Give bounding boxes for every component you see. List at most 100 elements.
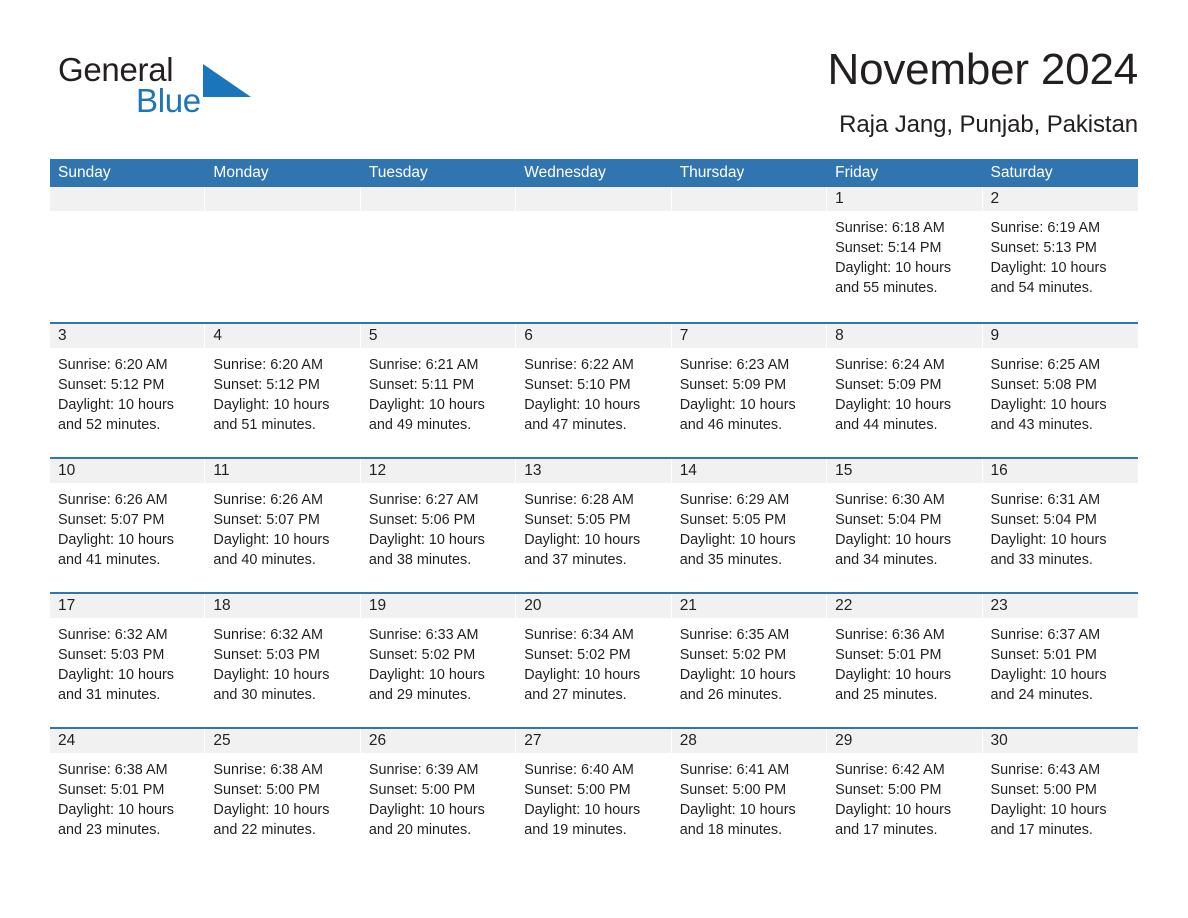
day-cell-29[interactable]: 29 Sunrise: 6:42 AM Sunset: 5:00 PM Dayligh… [827,729,983,862]
day-number-band: 29 [827,729,983,753]
sunrise-text: Sunrise: 6:18 AM [835,220,945,236]
page-header: General Blue November 2024 Raja Jang, Pu… [50,44,1138,152]
day-details: Sunrise: 6:27 AM Sunset: 5:06 PM Daylight:… [361,483,516,570]
day-cell-24[interactable]: 24 Sunrise: 6:38 AM Sunset: 5:01 PM Dayligh… [50,729,206,862]
daylight-text-line2: and 26 minutes. [679,687,783,703]
day-details: Sunrise: 6:42 AM Sunset: 5:00 PM Daylight:… [827,753,982,840]
day-cell-21[interactable]: 21 Sunrise: 6:35 AM Sunset: 5:02 PM Dayligh… [671,594,828,727]
calendar-page: General Blue November 2024 Raja Jang, Pu… [0,0,1188,918]
day-number-band [671,187,828,211]
day-cell-15[interactable]: 15 Sunrise: 6:30 AM Sunset: 5:04 PM Dayligh… [827,459,983,592]
sunrise-text: Sunrise: 6:36 AM [835,627,945,643]
day-cell-7[interactable]: 7 Sunrise: 6:23 AM Sunset: 5:09 PM Daylight… [671,324,828,457]
day-cell-8[interactable]: 8 Sunrise: 6:24 AM Sunset: 5:09 PM Daylight… [827,324,983,457]
day-cell-18[interactable]: 18 Sunrise: 6:32 AM Sunset: 5:03 PM Dayligh… [205,594,361,727]
daylight-text-line1: Daylight: 10 hours [524,802,641,818]
day-cell-12[interactable]: 12 Sunrise: 6:27 AM Sunset: 5:06 PM Dayligh… [360,459,517,592]
sunrise-text: Sunrise: 6:37 AM [990,627,1101,643]
day-number: 5 [368,327,378,344]
daylight-text-line2: and 52 minutes. [58,417,161,433]
day-number-band: 22 [827,594,983,618]
daylight-text-line2: and 51 minutes. [213,417,316,433]
sunrise-text: Sunrise: 6:19 AM [990,220,1101,236]
day-cell-1[interactable]: 1 Sunrise: 6:18 AM Sunset: 5:14 PM Daylight… [827,187,983,322]
day-number: 12 [368,462,387,479]
daylight-text-line1: Daylight: 10 hours [213,397,330,413]
day-cell-28[interactable]: 28 Sunrise: 6:41 AM Sunset: 5:00 PM Dayligh… [671,729,828,862]
day-cell-9[interactable]: 9 Sunrise: 6:25 AM Sunset: 5:08 PM Daylight… [982,324,1138,457]
day-cell-19[interactable]: 19 Sunrise: 6:33 AM Sunset: 5:02 PM Dayligh… [360,594,517,727]
calendar-grid: Sunday Monday Tuesday Wednesday Thursday Frid… [50,159,1138,862]
generalblue-logo[interactable]: General Blue [58,52,318,122]
day-number: 23 [990,597,1008,614]
daylight-text-line2: and 33 minutes. [990,552,1093,568]
daylight-text-line1: Daylight: 10 hours [835,667,952,683]
daylight-text-line1: Daylight: 10 hours [524,532,641,548]
logo-text-blue: Blue [136,82,201,119]
day-cell-23[interactable]: 23 Sunrise: 6:37 AM Sunset: 5:01 PM Dayligh… [982,594,1138,727]
day-number: 24 [58,732,76,749]
day-cell-10[interactable]: 10 Sunrise: 6:26 AM Sunset: 5:07 PM Dayligh… [50,459,206,592]
day-cell-16[interactable]: 16 Sunrise: 6:31 AM Sunset: 5:04 PM Dayligh… [982,459,1138,592]
day-cell-3[interactable]: 3 Sunrise: 6:20 AM Sunset: 5:12 PM Daylight… [50,324,206,457]
day-cell-27[interactable]: 27 Sunrise: 6:40 AM Sunset: 5:00 PM Dayligh… [516,729,672,862]
day-number-band: 10 [50,459,206,483]
weekday-header-row: Sunday Monday Tuesday Wednesday Thursday Frid… [50,159,1138,187]
day-cell-22[interactable]: 22 Sunrise: 6:36 AM Sunset: 5:01 PM Dayligh… [827,594,983,727]
day-cell-6[interactable]: 6 Sunrise: 6:22 AM Sunset: 5:10 PM Daylight… [516,324,672,457]
day-number-band: 30 [982,729,1138,753]
day-number-band: 24 [50,729,206,753]
day-cell-2[interactable]: 2 Sunrise: 6:19 AM Sunset: 5:13 PM Daylight… [982,187,1138,322]
day-details: Sunrise: 6:20 AM Sunset: 5:12 PM Daylight:… [205,348,360,435]
sunset-text: Sunset: 5:05 PM [524,512,631,528]
day-number: 2 [990,190,1000,207]
sunset-text: Sunset: 5:12 PM [213,377,320,393]
daylight-text-line2: and 44 minutes. [835,417,938,433]
daylight-text-line2: and 23 minutes. [58,822,161,838]
day-cell-30[interactable]: 30 Sunrise: 6:43 AM Sunset: 5:00 PM Dayligh… [982,729,1138,862]
day-details: Sunrise: 6:32 AM Sunset: 5:03 PM Daylight:… [50,618,205,705]
sunset-text: Sunset: 5:12 PM [58,377,165,393]
day-cell-4[interactable]: 4 Sunrise: 6:20 AM Sunset: 5:12 PM Daylight… [205,324,361,457]
day-cell-20[interactable]: 20 Sunrise: 6:34 AM Sunset: 5:02 PM Dayligh… [516,594,672,727]
day-details: Sunrise: 6:32 AM Sunset: 5:03 PM Daylight:… [205,618,360,705]
day-cell-25[interactable]: 25 Sunrise: 6:38 AM Sunset: 5:00 PM Dayligh… [205,729,361,862]
day-details: Sunrise: 6:23 AM Sunset: 5:09 PM Daylight:… [672,348,827,435]
day-details: Sunrise: 6:38 AM Sunset: 5:01 PM Daylight:… [50,753,205,840]
day-number-band: 3 [50,324,206,348]
day-cell-17[interactable]: 17 Sunrise: 6:32 AM Sunset: 5:03 PM Dayligh… [50,594,206,727]
sunrise-text: Sunrise: 6:25 AM [990,357,1101,373]
daylight-text-line1: Daylight: 10 hours [990,532,1107,548]
day-details [361,211,516,218]
daylight-text-line1: Daylight: 10 hours [679,532,796,548]
calendar-week-row: 24 Sunrise: 6:38 AM Sunset: 5:01 PM Dayligh… [50,727,1138,862]
day-number-band: 6 [516,324,672,348]
day-number-band: 7 [671,324,828,348]
day-cell-26[interactable]: 26 Sunrise: 6:39 AM Sunset: 5:00 PM Dayligh… [360,729,517,862]
sunset-text: Sunset: 5:00 PM [213,782,320,798]
sunset-text: Sunset: 5:14 PM [835,240,942,256]
day-details [672,211,827,218]
sunset-text: Sunset: 5:00 PM [524,782,631,798]
day-cell-14[interactable]: 14 Sunrise: 6:29 AM Sunset: 5:05 PM Dayligh… [671,459,828,592]
day-cell-13[interactable]: 13 Sunrise: 6:28 AM Sunset: 5:05 PM Dayligh… [516,459,672,592]
sunset-text: Sunset: 5:08 PM [990,377,1097,393]
day-number-band: 25 [205,729,361,753]
day-number: 29 [835,732,853,749]
day-number-band: 15 [827,459,983,483]
day-cell-11[interactable]: 11 Sunrise: 6:26 AM Sunset: 5:07 PM Dayligh… [205,459,361,592]
sunrise-text: Sunrise: 6:43 AM [990,762,1101,778]
day-number-band: 23 [982,594,1138,618]
sunrise-text: Sunrise: 6:42 AM [835,762,945,778]
day-number-band: 16 [982,459,1138,483]
day-number: 16 [990,462,1008,479]
sunrise-text: Sunrise: 6:27 AM [368,492,479,508]
daylight-text-line1: Daylight: 10 hours [58,397,174,413]
day-number: 9 [990,327,1000,344]
sunrise-text: Sunrise: 6:38 AM [58,762,168,778]
day-cell-5[interactable]: 5 Sunrise: 6:21 AM Sunset: 5:11 PM Daylight… [360,324,517,457]
sunrise-text: Sunrise: 6:33 AM [368,627,479,643]
sunset-text: Sunset: 5:00 PM [990,782,1097,798]
day-number: 18 [213,597,231,614]
page-subtitle: Raja Jang, Punjab, Pakistan [839,111,1138,138]
